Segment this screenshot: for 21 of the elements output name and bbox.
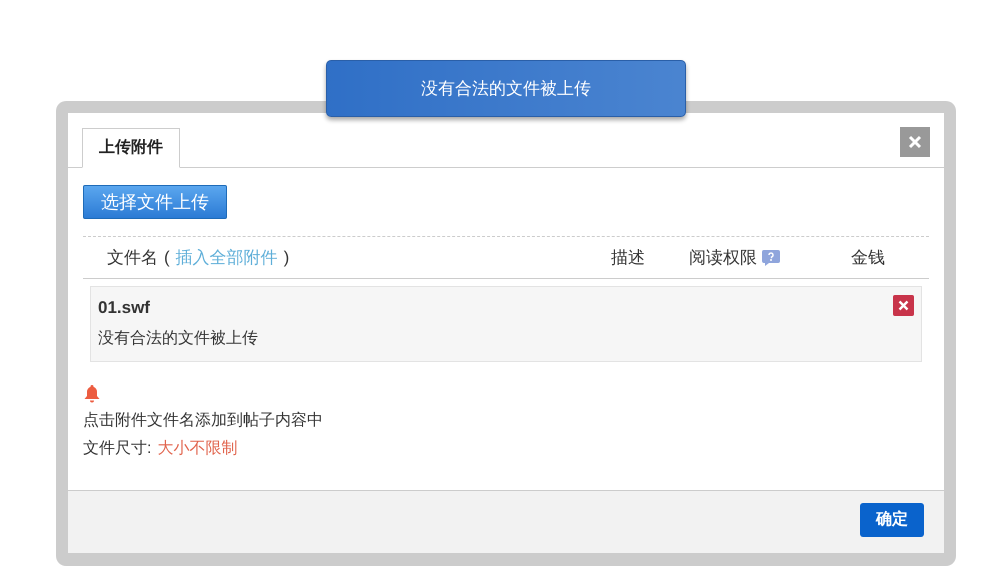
toast-message: 没有合法的文件被上传 — [421, 78, 591, 100]
confirm-button[interactable]: 确定 — [860, 503, 924, 537]
tab[interactable]: 上传附件 — [82, 128, 180, 168]
hint-text: 点击附件文件名添加到帖子内容中 — [83, 410, 324, 431]
parenthesis: ) — [284, 246, 290, 269]
close-button[interactable] — [900, 127, 930, 157]
column-header: 文件名 — [107, 246, 158, 269]
close-icon — [908, 135, 922, 149]
help-icon — [761, 248, 781, 266]
size-value: 大小不限制 — [157, 438, 238, 459]
column-header: 金钱 — [851, 246, 885, 269]
column-header: 描述 — [611, 246, 646, 269]
delete-button[interactable] — [893, 295, 914, 316]
close-icon — [898, 300, 909, 311]
parenthesis: ( — [164, 246, 170, 269]
upload-button[interactable]: 选择文件上传 — [83, 185, 227, 219]
file-name[interactable]: 01.swf — [98, 295, 258, 320]
size-label: 文件尺寸: — [83, 438, 152, 459]
file-status: 没有合法的文件被上传 — [98, 328, 258, 348]
bell-icon — [83, 384, 101, 403]
column-header: 阅读权限 — [689, 246, 757, 269]
